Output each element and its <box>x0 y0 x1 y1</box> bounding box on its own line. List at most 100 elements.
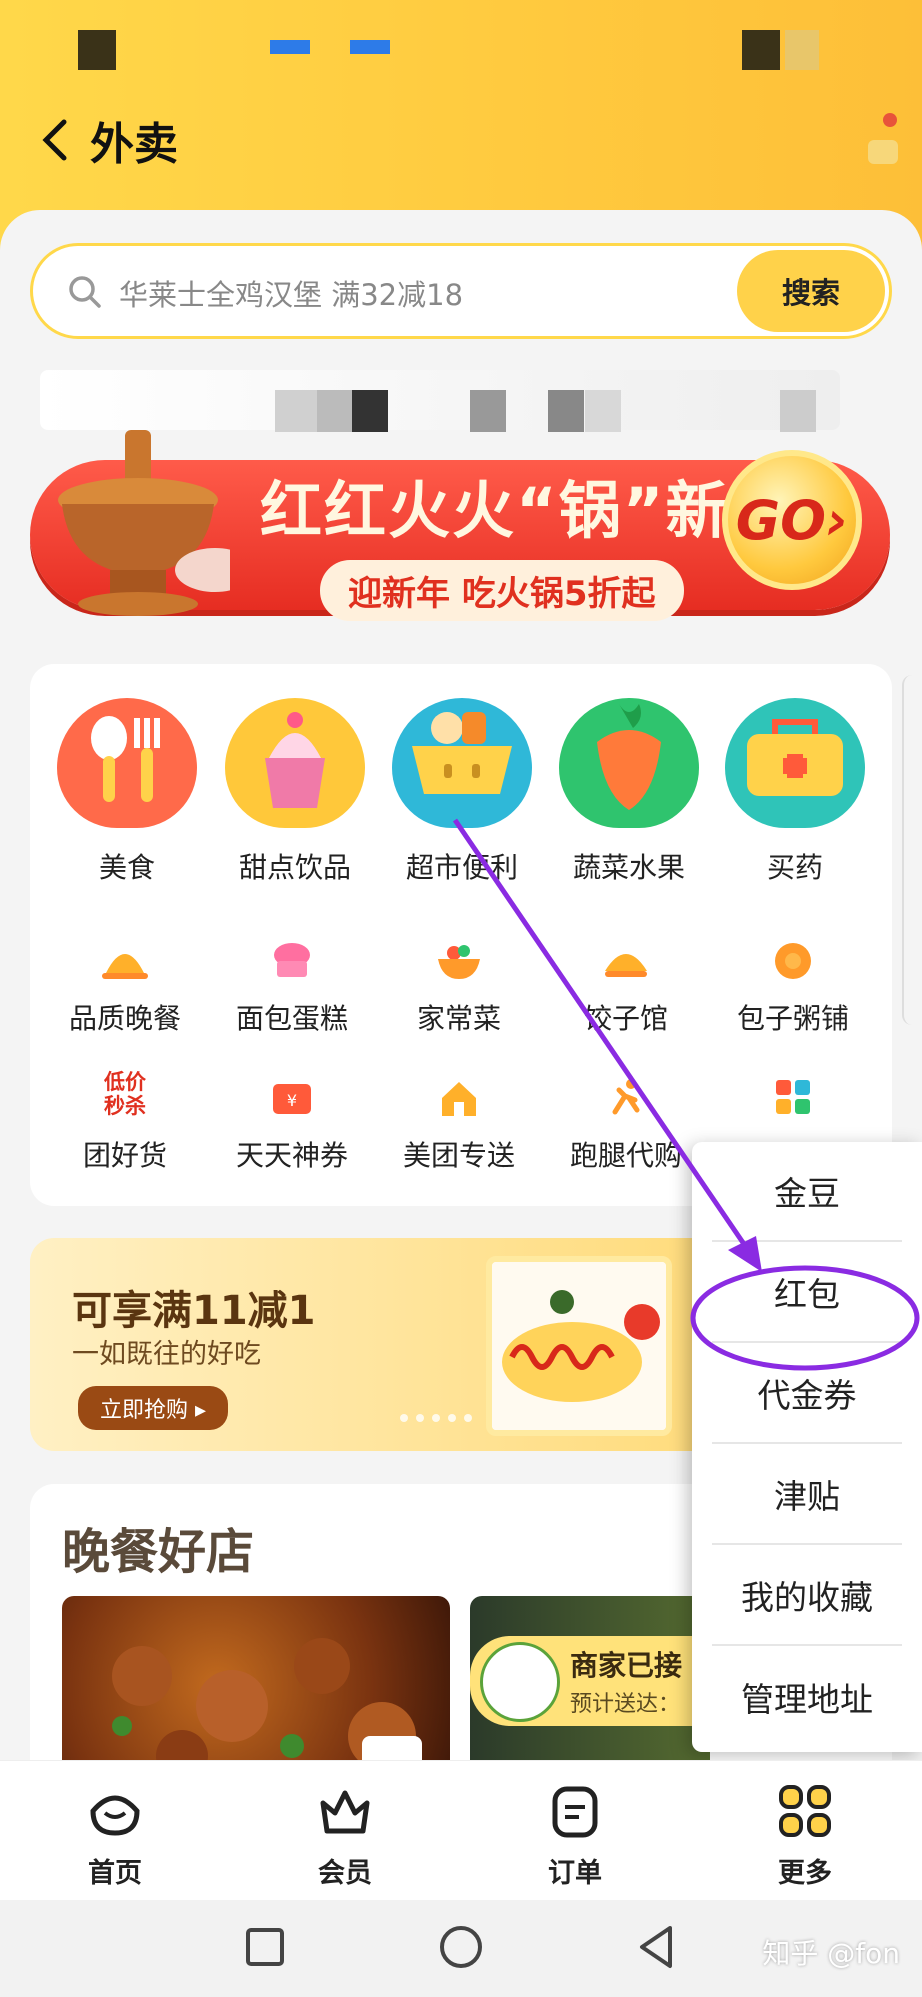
tab-label: 首页 <box>88 1858 142 1889</box>
category-errand[interactable]: 跑腿代购 <box>546 1076 706 1174</box>
banner-title: 红红火火“锅”新年 <box>260 474 794 547</box>
category-group-deals[interactable]: 低价 秒杀 团好货 <box>45 1070 205 1174</box>
menu-item-manage-address[interactable]: 管理地址 <box>712 1647 902 1747</box>
category-label: 甜点饮品 <box>238 851 351 884</box>
category-dessert[interactable]: 甜点饮品 <box>220 698 370 886</box>
flash-sale-badge: 低价 秒杀 <box>95 1070 155 1120</box>
status-blur <box>270 40 310 54</box>
cake-icon <box>267 939 317 983</box>
bowl-icon <box>434 939 484 983</box>
watermark: 知乎 @fon <box>762 1937 900 1970</box>
category-quality-dinner[interactable]: 品质晚餐 <box>45 939 205 1037</box>
tab-home[interactable]: 首页 <box>35 1781 195 1890</box>
category-label: 美团专送 <box>402 1139 515 1172</box>
category-label: 跑腿代购 <box>569 1139 682 1172</box>
status-blur <box>350 40 390 54</box>
promo-title: 可享满11减1 <box>72 1288 316 1334</box>
runner-icon <box>601 1076 651 1120</box>
category-label: 饺子馆 <box>583 1002 668 1035</box>
bottom-tab-bar: 首页 会员 订单 更多 <box>0 1760 922 1900</box>
home-circle-icon[interactable] <box>436 1922 486 1972</box>
cloche-icon <box>100 939 150 983</box>
svg-text:¥: ¥ <box>287 1091 297 1110</box>
crown-icon <box>315 1781 375 1841</box>
utensils-icon <box>57 698 197 828</box>
page-header: 外卖 <box>40 100 178 180</box>
status-blur <box>742 30 780 70</box>
category-food[interactable]: 美食 <box>52 698 202 886</box>
orders-icon <box>545 1781 605 1841</box>
promo-subtitle: 一如既往的好吃 <box>72 1339 261 1370</box>
category-bakery[interactable]: 面包蛋糕 <box>212 939 372 1037</box>
shop-logo <box>480 1642 560 1722</box>
order-eta-text: 预计送达： <box>570 1692 681 1717</box>
category-label: 包子粥铺 <box>736 1002 849 1035</box>
promo-buy-button[interactable]: 立即抢购 ▸ <box>78 1386 229 1430</box>
search-input[interactable]: 华莱士全鸡汉堡 满32减18 <box>119 272 463 314</box>
search-button[interactable]: 搜索 <box>737 250 885 332</box>
back-triangle-icon[interactable] <box>632 1922 682 1972</box>
section-title: 晚餐好店 <box>62 1524 255 1580</box>
more-grid-icon <box>775 1781 835 1841</box>
tab-orders[interactable]: 订单 <box>495 1781 655 1890</box>
bun-icon <box>768 939 818 983</box>
header-action-icon[interactable] <box>862 110 902 170</box>
grid-apps-icon <box>768 1076 818 1120</box>
menu-item-vouchers[interactable]: 代金券 <box>712 1344 902 1444</box>
category-all[interactable] <box>713 1076 873 1134</box>
tab-label: 更多 <box>778 1858 832 1889</box>
banner-go-label: GO <box>735 488 826 552</box>
dumpling-icon <box>601 939 651 983</box>
category-label: 美食 <box>98 851 155 884</box>
category-label: 品质晚餐 <box>68 1002 181 1035</box>
search-icon <box>65 272 105 312</box>
badge-line: 低价 <box>104 1070 146 1094</box>
category-daily-coupons[interactable]: ¥ 天天神券 <box>212 1076 372 1174</box>
category-buns-porridge[interactable]: 包子粥铺 <box>713 939 873 1037</box>
menu-item-allowance[interactable]: 津贴 <box>712 1445 902 1545</box>
hotpot-icon <box>40 420 255 620</box>
category-vegetables[interactable]: 蔬菜水果 <box>554 698 704 886</box>
category-label: 买药 <box>766 851 823 884</box>
category-meituan-delivery[interactable]: 美团专送 <box>379 1076 539 1174</box>
delivery-house-icon <box>434 1076 484 1120</box>
banner-go-button[interactable]: GO › <box>722 450 862 590</box>
status-blur <box>78 30 116 70</box>
scrollbar[interactable] <box>902 675 922 1025</box>
status-blur <box>785 30 819 70</box>
menu-item-red-packet[interactable]: 红包 <box>712 1243 902 1343</box>
category-label: 家常菜 <box>416 1002 501 1035</box>
category-label: 超市便利 <box>405 851 518 884</box>
back-arrow-icon[interactable] <box>40 110 80 170</box>
medicine-kit-icon <box>725 698 865 828</box>
menu-item-golden-beans[interactable]: 金豆 <box>712 1142 902 1242</box>
omelette-image <box>486 1256 672 1436</box>
tab-label: 会员 <box>318 1858 372 1889</box>
menu-item-favorites[interactable]: 我的收藏 <box>712 1546 902 1646</box>
tab-more[interactable]: 更多 <box>725 1781 885 1890</box>
category-dumplings[interactable]: 饺子馆 <box>546 939 706 1037</box>
carousel-dots <box>400 1414 472 1422</box>
order-status-text: 商家已接 <box>570 1649 683 1682</box>
page-title: 外卖 <box>90 119 178 170</box>
order-status-badge: 商家已接 预计送达： <box>470 1636 710 1726</box>
ice-cream-icon <box>225 698 365 828</box>
category-home-cooking[interactable]: 家常菜 <box>379 939 539 1037</box>
recent-apps-icon[interactable] <box>240 1922 290 1972</box>
badge-line: 秒杀 <box>104 1094 146 1118</box>
category-supermarket[interactable]: 超市便利 <box>387 698 537 886</box>
more-popup-menu: 金豆 红包 代金券 津贴 我的收藏 管理地址 <box>692 1142 922 1752</box>
category-label: 蔬菜水果 <box>572 851 685 884</box>
category-label: 天天神券 <box>235 1139 348 1172</box>
tab-label: 订单 <box>548 1858 602 1889</box>
home-icon <box>85 1781 145 1841</box>
banner-subtitle: 迎新年 吃火锅5折起 <box>320 560 684 621</box>
basket-icon <box>392 698 532 828</box>
category-medicine[interactable]: 买药 <box>720 698 870 886</box>
category-label: 面包蛋糕 <box>235 1002 348 1035</box>
search-bar[interactable]: 华莱士全鸡汉堡 满32减18 搜索 <box>30 243 892 339</box>
hotpot-banner[interactable]: 红红火火“锅”新年 迎新年 吃火锅5折起 GO › <box>20 420 902 630</box>
coupon-icon: ¥ <box>267 1076 317 1120</box>
tab-membership[interactable]: 会员 <box>265 1781 425 1890</box>
category-grid: 美食 甜点饮品 超市便利 蔬菜水果 买药 品质晚餐 面包蛋糕 家常菜 饺子馆 包… <box>30 664 892 1206</box>
